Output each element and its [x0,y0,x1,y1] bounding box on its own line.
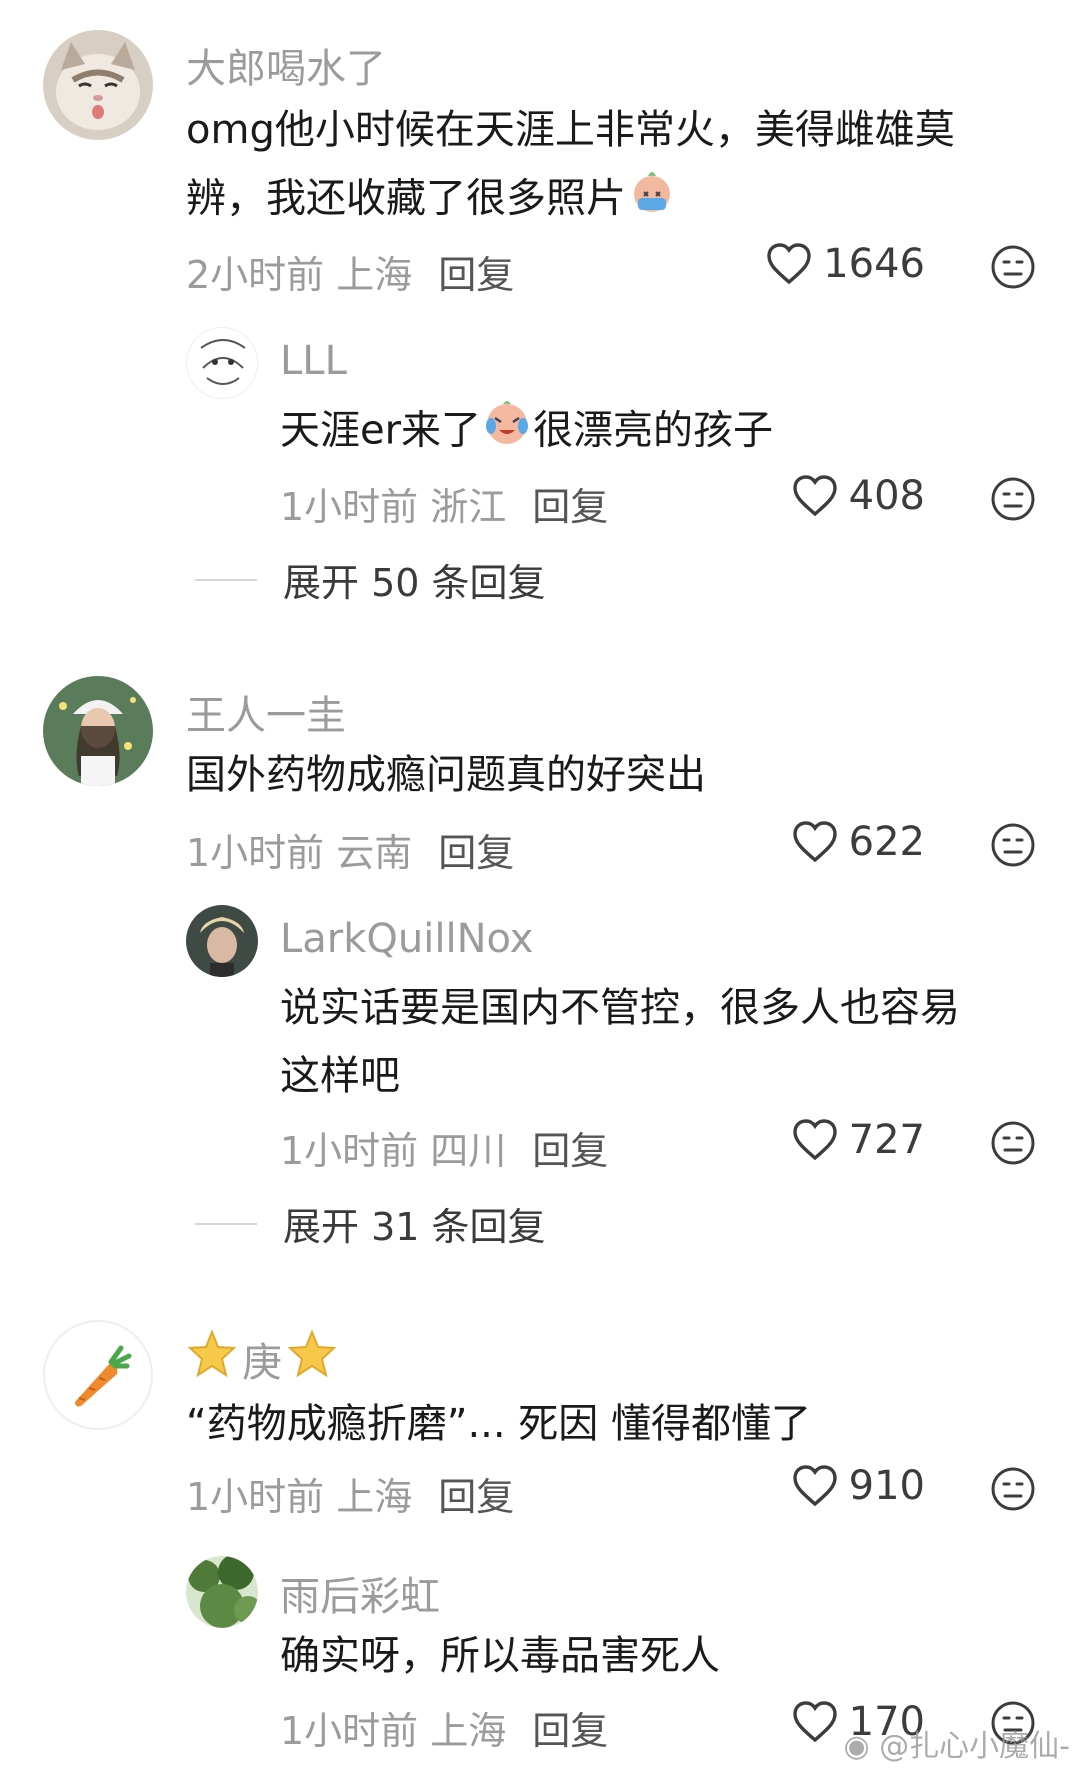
heart-icon [792,1119,837,1161]
comment-username[interactable]: 庚 [186,1328,338,1390]
like-button[interactable]: 910 [791,1462,925,1510]
like-button[interactable]: 727 [791,1116,925,1164]
carrot-avatar-icon[interactable] [43,1320,153,1430]
comment-text: “药物成瘾折磨”... 死因 懂得都懂了 [186,1401,812,1447]
user-photo-avatar[interactable] [43,676,153,786]
neutral-face-icon [991,823,1035,867]
comment-text-line: omg他小时候在天涯上非常火，美得雌雄莫 [186,107,955,153]
comment-meta: 2小时前 上海 回复 [186,244,514,299]
like-count: 727 [848,1117,925,1163]
reply-meta: 1小时前 浙江 回复 [280,476,608,531]
watermark-text: @扎心小魔仙- [879,1729,1070,1764]
reply-username[interactable]: 雨后彩虹 [280,1564,440,1622]
comment-text-segment: 辨，我还收藏了很多照片 [186,175,626,222]
star-icon [186,1328,238,1390]
reply-text: 确实呀，所以毒品害死人 [280,1633,720,1679]
heart-icon [792,821,837,863]
like-button[interactable]: 622 [791,818,925,866]
reply-text-line: 说实话要是国内不管控，很多人也容易 [280,985,960,1031]
heart-icon [792,1701,837,1743]
reply-text: 说实话要是国内不管控，很多人也容易 这样吧 [280,974,1020,1110]
like-count: 622 [848,819,925,865]
reply-text-segment: 很漂亮的孩子 [533,407,774,454]
reply-button[interactable]: 回复 [532,1129,608,1173]
reply-username[interactable]: LLL [280,338,347,384]
user-photo-avatar[interactable] [186,905,258,977]
forest-avatar-icon[interactable] [186,1556,258,1628]
expand-replies-label: 展开 31 条回复 [283,1205,546,1249]
comment-text: omg他小时候在天涯上非常火，美得雌雄莫 辨，我还收藏了很多照片 [186,96,1016,237]
heart-icon [792,475,837,517]
crying-emoji-icon [626,164,678,237]
reply-text-segment: 天涯er来了 [280,407,482,454]
comment-username[interactable]: 大郎喝水了 [186,36,386,94]
like-button[interactable]: 408 [791,472,925,520]
expand-replies-label: 展开 50 条回复 [283,561,546,605]
like-count: 1646 [823,241,925,287]
neutral-face-icon [991,245,1035,289]
time-location: 1小时前 云南 [186,831,413,875]
expand-replies-button[interactable]: 展开 31 条回复 [195,1196,546,1251]
like-count: 408 [848,473,925,519]
cat-avatar-icon[interactable] [43,30,153,140]
reply-button[interactable]: 回复 [532,485,608,529]
reply-username[interactable]: LarkQuillNox [280,916,533,962]
dislike-button[interactable] [990,1120,1036,1166]
comment-text: 国外药物成瘾问题真的好突出 [186,752,706,798]
laugh-cry-emoji-icon [481,396,533,469]
divider-line [195,1222,257,1225]
time-location: 1小时前 四川 [280,1129,507,1173]
comment-text-line: 辨，我还收藏了很多照片 [186,164,1016,237]
reply-button[interactable]: 回复 [438,253,514,297]
username-text: 庚 [242,1340,282,1386]
dislike-button[interactable] [990,476,1036,522]
reply-button[interactable]: 回复 [532,1709,608,1753]
time-location: 1小时前 上海 [186,1475,413,1519]
dislike-button[interactable] [990,1466,1036,1512]
time-location: 1小时前 上海 [280,1709,507,1753]
like-button[interactable]: 1646 [765,240,925,288]
neutral-face-icon [991,1121,1035,1165]
watermark: ◉ @扎心小魔仙- [843,1721,1070,1765]
reply-meta: 1小时前 四川 回复 [280,1120,608,1175]
neutral-face-icon [991,1467,1035,1511]
expand-replies-button[interactable]: 展开 50 条回复 [195,552,546,607]
time-location: 2小时前 上海 [186,253,413,297]
reply-text-line: 这样吧 [280,1053,400,1099]
divider-line [195,578,257,581]
heart-icon [767,243,811,285]
reply-button[interactable]: 回复 [438,1475,514,1519]
reply-meta: 1小时前 上海 回复 [280,1700,608,1755]
neutral-face-icon [991,477,1035,521]
like-count: 910 [848,1463,925,1509]
weibo-logo-icon: ◉ [843,1729,870,1764]
time-location: 1小时前 浙江 [280,485,507,529]
dislike-button[interactable] [990,244,1036,290]
reply-text: 天涯er来了 很漂亮的孩子 [280,396,1020,469]
comment-meta: 1小时前 上海 回复 [186,1466,514,1521]
reply-button[interactable]: 回复 [438,831,514,875]
heart-icon [792,1465,837,1507]
star-icon [286,1328,338,1390]
sketch-avatar-icon[interactable] [186,327,258,399]
dislike-button[interactable] [990,822,1036,868]
comment-username[interactable]: 王人一圭 [186,683,346,741]
comment-meta: 1小时前 云南 回复 [186,822,514,877]
